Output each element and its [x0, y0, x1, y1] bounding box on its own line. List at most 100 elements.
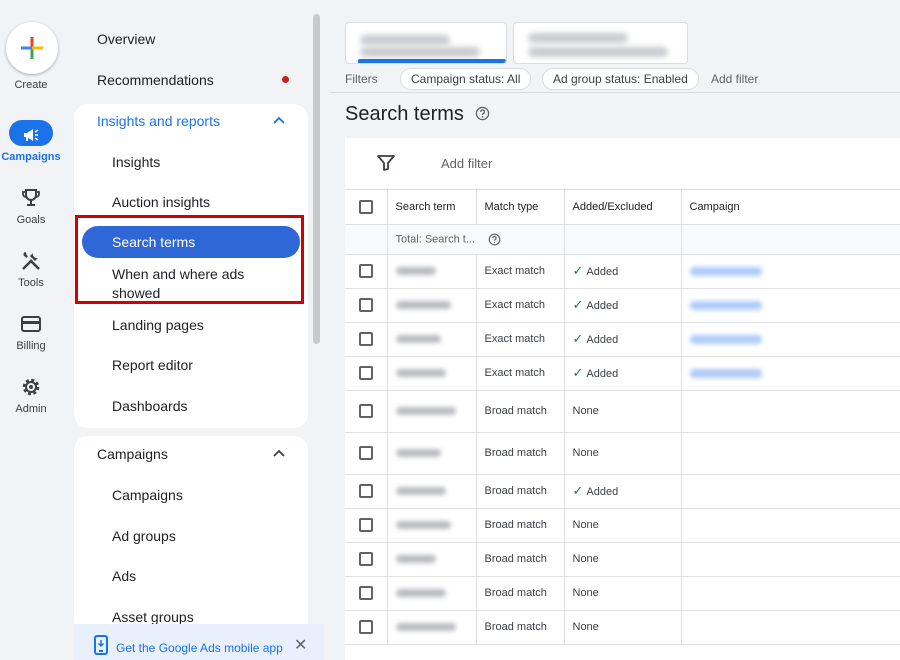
campaign-cell — [681, 322, 900, 357]
row-checkbox[interactable] — [358, 366, 373, 380]
column-header-campaign[interactable]: Campaign — [681, 190, 900, 225]
added-excluded-cell: None — [564, 432, 682, 475]
campaign-cell — [681, 288, 900, 323]
row-checkbox[interactable] — [358, 620, 373, 634]
row-checkbox[interactable] — [358, 484, 373, 498]
search-term-redacted — [395, 301, 451, 310]
rail-item-admin[interactable]: Admin — [0, 375, 62, 423]
campaign-link-redacted[interactable] — [689, 300, 762, 310]
nav-item-auction-insights[interactable]: Auction insights — [112, 193, 210, 212]
rail-item-billing[interactable]: Billing — [0, 312, 62, 360]
rail-label-admin: Admin — [15, 403, 47, 415]
rail-label-campaigns: Campaigns — [1, 151, 61, 163]
nav-item-overview[interactable]: Overview — [97, 31, 155, 47]
add-filter-link[interactable]: Add filter — [711, 72, 758, 86]
help-icon[interactable] — [475, 106, 490, 121]
match-type-cell: Broad match — [476, 542, 565, 577]
nav-item-campaigns[interactable]: Campaigns — [112, 486, 183, 505]
campaign-link-redacted[interactable] — [689, 368, 762, 378]
added-excluded-cell: ✓ Added — [564, 356, 682, 391]
nav-item-landing-pages[interactable]: Landing pages — [112, 316, 204, 335]
row-checkbox[interactable] — [358, 552, 373, 566]
table-row[interactable]: Broad match None — [345, 390, 900, 433]
close-icon[interactable]: ✕ — [294, 638, 307, 654]
match-type-cell: Broad match — [476, 610, 565, 645]
highlight-annotation — [75, 215, 304, 304]
campaign-cell — [681, 432, 900, 475]
row-checkbox[interactable] — [358, 298, 373, 312]
table-row[interactable]: Exact match ✓ Added — [345, 322, 900, 357]
mobile-app-banner-text[interactable]: Get the Google Ads mobile app — [116, 641, 283, 655]
page-title: Search terms — [345, 103, 464, 125]
table-row[interactable]: Exact match ✓ Added — [345, 288, 900, 323]
table-row[interactable]: Broad match None — [345, 576, 900, 611]
filter-chip-ad-group-status[interactable]: Ad group status: Enabled — [542, 68, 699, 90]
nav-scrollbar[interactable] — [313, 14, 320, 344]
nav-item-ad-groups[interactable]: Ad groups — [112, 527, 176, 546]
table-row[interactable]: Exact match ✓ Added — [345, 254, 900, 289]
rail-item-tools[interactable]: Tools — [0, 249, 62, 297]
chevron-up-icon[interactable] — [272, 447, 286, 461]
main-content: Filters Campaign status: All Ad group st… — [330, 0, 900, 660]
match-type-cell: Broad match — [476, 508, 565, 543]
create-button[interactable] — [6, 22, 58, 74]
filter-funnel-icon[interactable] — [377, 155, 395, 171]
nav-item-report-editor[interactable]: Report editor — [112, 356, 193, 375]
column-header-search-term[interactable]: Search term — [387, 190, 477, 225]
ad-group-selector[interactable] — [513, 22, 688, 64]
filter-chip-campaign-status[interactable]: Campaign status: All — [400, 68, 532, 90]
added-excluded-cell: None — [564, 610, 682, 645]
status-value: Added — [586, 266, 619, 278]
campaign-link-redacted[interactable] — [689, 334, 762, 344]
campaign-cell — [681, 356, 900, 391]
row-checkbox[interactable] — [358, 586, 373, 600]
create-label: Create — [14, 79, 48, 91]
row-checkbox[interactable] — [358, 264, 373, 278]
search-term-redacted — [395, 407, 456, 416]
campaign-cell — [681, 254, 900, 289]
notification-dot — [282, 76, 289, 83]
mobile-app-banner[interactable]: Get the Google Ads mobile app ✕ — [74, 624, 324, 660]
campaigns-section-title[interactable]: Campaigns — [97, 446, 168, 462]
campaign-selector[interactable] — [345, 22, 507, 64]
nav-item-recommendations[interactable]: Recommendations — [97, 72, 214, 88]
insights-section-title[interactable]: Insights and reports — [97, 113, 220, 129]
row-checkbox[interactable] — [358, 404, 373, 418]
nav-item-insights[interactable]: Insights — [112, 153, 160, 172]
match-type-cell: Broad match — [476, 432, 565, 475]
campaign-link-redacted[interactable] — [689, 266, 762, 276]
table-row[interactable]: Exact match ✓ Added — [345, 356, 900, 391]
add-filter-button[interactable]: Add filter — [441, 156, 492, 171]
credit-card-icon — [21, 316, 41, 332]
row-checkbox[interactable] — [358, 518, 373, 532]
select-all-checkbox[interactable] — [358, 199, 373, 214]
column-header-match-type[interactable]: Match type — [476, 190, 565, 225]
row-checkbox[interactable] — [358, 446, 373, 460]
status-value: None — [572, 587, 599, 599]
match-type-value: Exact match — [484, 265, 546, 277]
nav-item-dashboards[interactable]: Dashboards — [112, 397, 188, 416]
match-type-cell: Exact match — [476, 322, 565, 357]
match-type-cell: Broad match — [476, 390, 565, 433]
column-header-added-excluded[interactable]: Added/Excluded — [564, 190, 682, 225]
added-excluded-cell: None — [564, 508, 682, 543]
table-row[interactable]: Broad match None — [345, 432, 900, 475]
status-value: None — [572, 621, 599, 633]
nav-item-ads[interactable]: Ads — [112, 567, 136, 586]
table-row[interactable]: Broad match None — [345, 542, 900, 577]
table-row[interactable]: Broad match ✓ Added — [345, 474, 900, 509]
nav-panel: Overview Recommendations Insights and re… — [74, 0, 310, 660]
rail-item-goals[interactable]: Goals — [0, 186, 62, 234]
search-term-redacted — [395, 623, 456, 632]
row-checkbox[interactable] — [358, 332, 373, 346]
table-row[interactable]: Broad match None — [345, 610, 900, 645]
chevron-up-icon[interactable] — [272, 114, 286, 128]
match-type-cell: Exact match — [476, 254, 565, 289]
match-type-value: Broad match — [484, 519, 547, 531]
total-row: Total: Search t... — [345, 224, 900, 255]
match-type-value: Broad match — [484, 621, 547, 633]
match-type-cell: Exact match — [476, 356, 565, 391]
help-icon[interactable] — [488, 233, 501, 246]
rail-item-campaigns[interactable]: Campaigns — [0, 120, 62, 171]
table-row[interactable]: Broad match None — [345, 508, 900, 543]
